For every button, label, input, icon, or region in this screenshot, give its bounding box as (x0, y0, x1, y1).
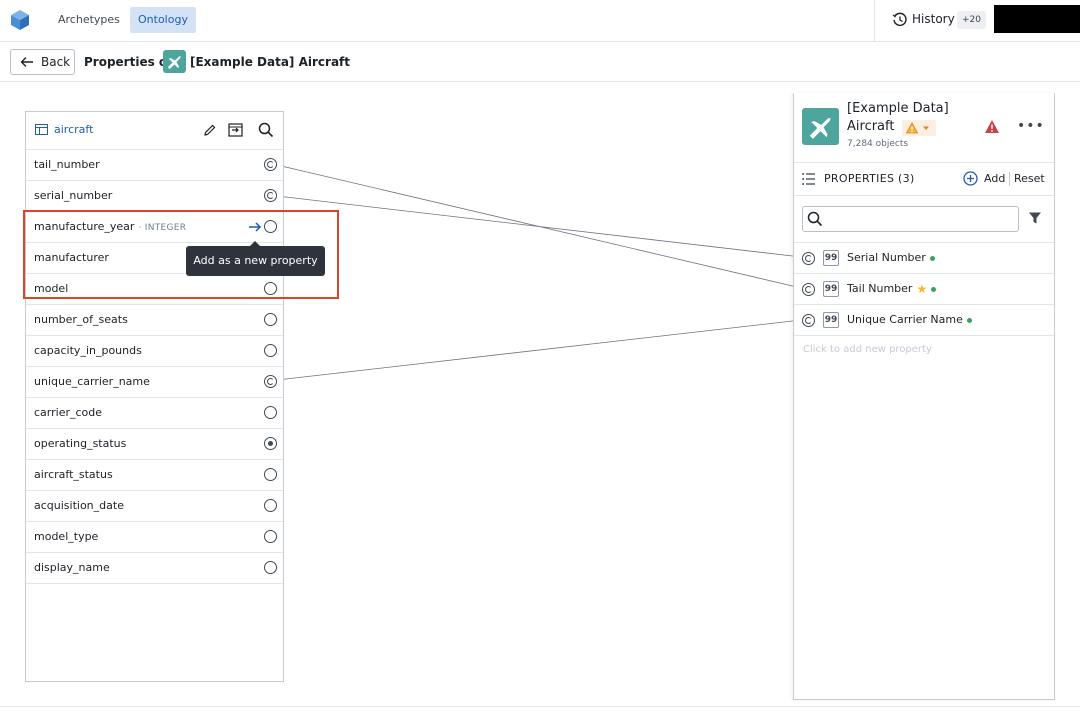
object-type-name-line1: [Example Data] (847, 101, 949, 116)
tab-ontology[interactable]: Ontology (130, 7, 196, 33)
properties-list-icon (802, 173, 815, 185)
history-clock-icon (892, 12, 907, 26)
string-type-icon: 99 (823, 250, 839, 266)
column-row-capacity-in-pounds[interactable]: capacity_in_pounds (26, 336, 283, 367)
column-radio[interactable] (264, 561, 277, 574)
column-row-display-name[interactable]: display_name (26, 553, 283, 584)
properties-header: PROPERTIES (3) Add Reset (794, 163, 1054, 196)
column-mapped-indicator[interactable] (264, 158, 277, 171)
filter-icon[interactable] (1028, 211, 1042, 225)
status-dot-icon (929, 255, 935, 261)
property-row-serial-number[interactable]: 99 Serial Number (794, 242, 1054, 273)
column-name: number_of_seats (34, 313, 128, 326)
column-name: aircraft_status (34, 468, 113, 481)
property-search-input[interactable] (827, 210, 1012, 228)
back-button[interactable]: Back (10, 49, 75, 75)
property-row-unique-carrier-name[interactable]: 99 Unique Carrier Name (794, 304, 1054, 335)
property-mapped-indicator[interactable] (802, 252, 815, 265)
column-radio[interactable] (264, 468, 277, 481)
divider (1009, 172, 1010, 186)
history-count-badge: +20 (957, 11, 986, 29)
reset-button[interactable]: Reset (1014, 172, 1045, 185)
tab-archetypes[interactable]: Archetypes (50, 7, 128, 33)
history-label: History (912, 12, 955, 26)
column-name: unique_carrier_name (34, 375, 150, 388)
history-button[interactable]: History +20 (874, 0, 992, 42)
column-row-tail-number[interactable]: tail_number (26, 150, 283, 181)
property-name: Unique Carrier Name (847, 313, 972, 326)
properties-of-label: Properties of (84, 55, 173, 69)
warning-triangle-icon (905, 122, 929, 134)
warning-status-dropdown[interactable] (902, 120, 936, 136)
back-label: Back (41, 55, 71, 69)
dataset-header: aircraft (26, 112, 283, 150)
column-row-serial-number[interactable]: serial_number (26, 181, 283, 212)
column-name: serial_number (34, 189, 113, 202)
add-new-property-row[interactable]: Click to add new property (794, 335, 1054, 366)
column-row-acquisition-date[interactable]: acquisition_date (26, 491, 283, 522)
add-new-property-hint[interactable]: Click to add new property (803, 344, 932, 355)
dataset-columns-panel: aircraft tail_number serial_number manuf… (25, 111, 284, 682)
column-name: model_type (34, 530, 99, 543)
status-dot-icon (931, 286, 937, 292)
column-radio[interactable] (264, 406, 277, 419)
star-icon: ★ (916, 282, 928, 296)
add-property-tooltip: Add as a new property (186, 241, 325, 276)
page-subheader: Back Properties of [Example Data] Aircra… (0, 42, 1080, 82)
column-radio[interactable] (264, 499, 277, 512)
properties-title: PROPERTIES (3) (824, 172, 915, 185)
property-mapped-indicator[interactable] (802, 314, 815, 327)
table-icon (35, 124, 48, 135)
airplane-icon (163, 50, 186, 73)
redacted-area (994, 5, 1080, 33)
edit-pencil-icon[interactable] (203, 123, 217, 137)
app-logo-cube-icon[interactable] (8, 8, 32, 32)
string-type-icon: 99 (823, 281, 839, 297)
column-name: display_name (34, 561, 110, 574)
string-type-icon: 99 (823, 312, 839, 328)
search-icon[interactable] (258, 122, 274, 138)
column-radio[interactable] (264, 313, 277, 326)
property-name: Tail Number ★ (847, 282, 937, 296)
object-type-title[interactable]: [Example Data] Aircraft (190, 55, 350, 69)
error-alert-icon[interactable] (984, 119, 1000, 134)
column-name: operating_status (34, 437, 127, 450)
column-mapped-indicator[interactable] (264, 189, 277, 202)
object-type-name-line2: Aircraft (847, 119, 895, 134)
arrow-left-icon (20, 57, 33, 67)
top-navigation-bar: Archetypes Ontology History +20 (0, 0, 1080, 42)
column-radio[interactable] (264, 530, 277, 543)
column-row-unique-carrier-name[interactable]: unique_carrier_name (26, 367, 283, 398)
column-row-model-type[interactable]: model_type (26, 522, 283, 553)
dataset-name[interactable]: aircraft (54, 123, 93, 136)
object-type-header: [Example Data] Aircraft 7,284 objects ••… (794, 93, 1054, 163)
column-name: acquisition_date (34, 499, 124, 512)
property-name: Serial Number (847, 251, 935, 264)
property-row-tail-number[interactable]: 99 Tail Number ★ (794, 273, 1054, 304)
column-row-aircraft-status[interactable]: aircraft_status (26, 460, 283, 491)
column-name: carrier_code (34, 406, 103, 419)
airplane-icon (802, 108, 839, 145)
add-circle-icon[interactable] (963, 171, 978, 186)
property-search-field[interactable] (802, 206, 1019, 232)
column-row-carrier-code[interactable]: carrier_code (26, 398, 283, 429)
property-mapped-indicator[interactable] (802, 283, 815, 296)
column-row-number-of-seats[interactable]: number_of_seats (26, 305, 283, 336)
object-type-panel: [Example Data] Aircraft 7,284 objects ••… (793, 93, 1055, 700)
status-dot-icon (966, 317, 972, 323)
column-radio[interactable] (264, 344, 277, 357)
column-name: tail_number (34, 158, 100, 171)
search-icon (807, 211, 823, 227)
column-radio-selected[interactable] (264, 437, 277, 450)
column-mapped-indicator[interactable] (264, 375, 277, 388)
swap-source-icon[interactable] (228, 123, 243, 137)
object-count: 7,284 objects (847, 139, 909, 149)
bottom-divider (0, 706, 1080, 707)
column-name: capacity_in_pounds (34, 344, 142, 357)
add-property-button[interactable]: Add (984, 172, 1005, 185)
column-row-operating-status[interactable]: operating_status (26, 429, 283, 460)
more-options-icon[interactable]: ••• (1017, 118, 1044, 134)
